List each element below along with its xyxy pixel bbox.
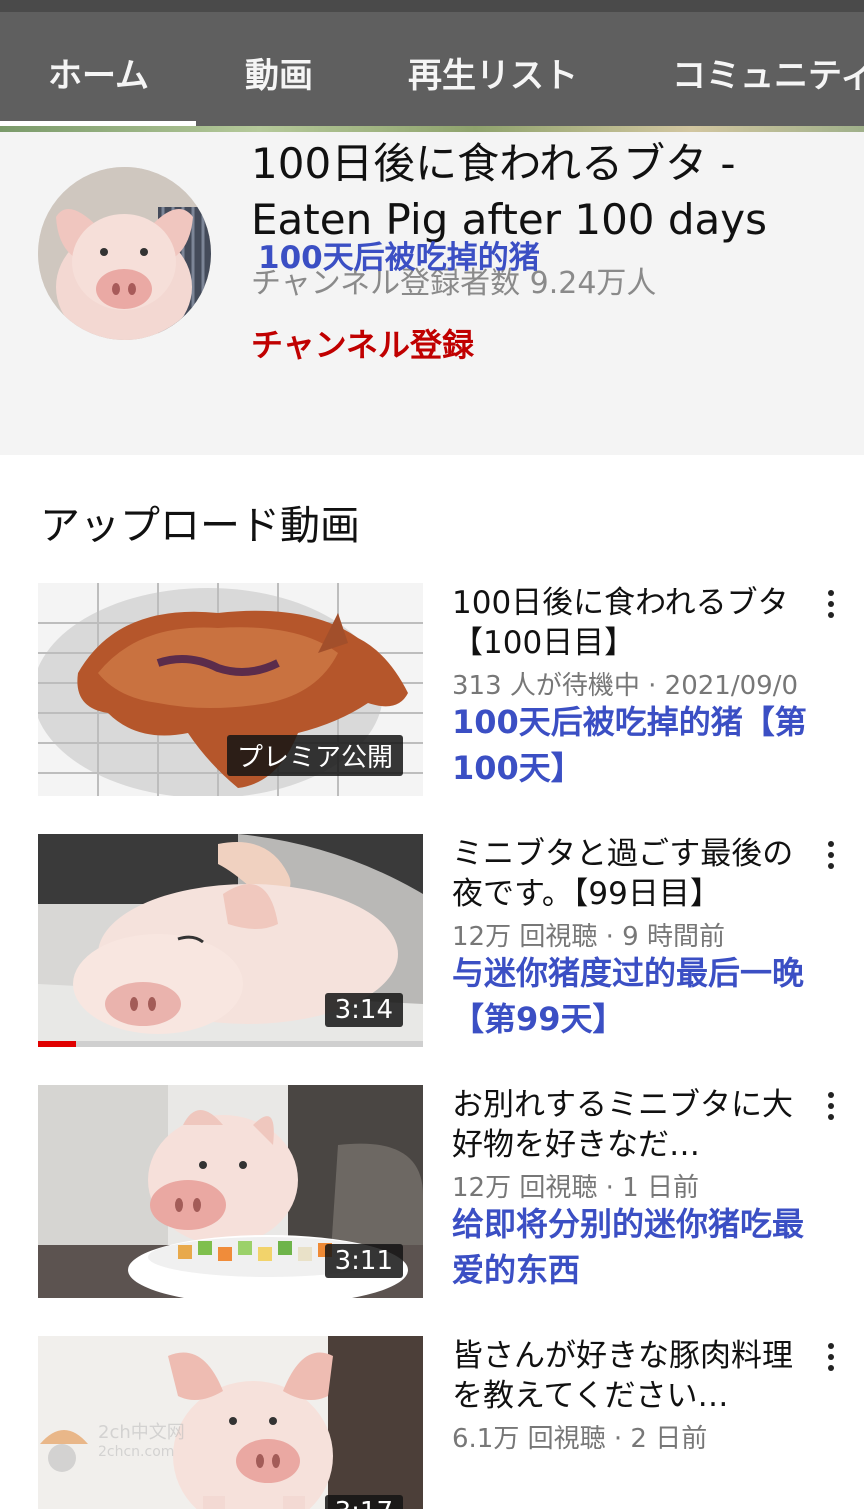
video-thumbnail[interactable]: プレミア公開 [38,583,423,796]
video-item[interactable]: 3:14 ミニブタと過ごす最後の夜です。【99日目】 12万 回視聴 · 9 時… [0,834,864,1049]
duration-badge: 3:14 [324,993,403,1027]
status-bar-edge [0,0,864,12]
tab-community[interactable]: コミュニティ [672,48,864,97]
more-vert-icon[interactable] [818,1340,844,1380]
video-title[interactable]: お別れするミニブタに大好物を好きなだ… [452,1085,797,1165]
tab-home[interactable]: ホーム [48,48,149,97]
video-thumbnail[interactable]: 3:14 [38,834,423,1047]
more-vert-icon[interactable] [818,1089,844,1129]
video-item[interactable]: 3:11 お別れするミニブタに大好物を好きなだ… 12万 回視聴 · 1 日前 … [0,1085,864,1300]
watermark-text: 2ch中文网 [98,1422,185,1443]
chinese-caption-channel: 100天后被吃掉的猪 [258,240,540,276]
watch-progress-track [38,1041,423,1047]
duration-badge: 3:17 [324,1495,403,1509]
site-watermark: 2ch中文网 2chcn.com [36,1418,206,1480]
video-item[interactable]: プレミア公開 100日後に食われるブタ【100日目】 313 人が待機中 · 2… [0,583,864,798]
chinese-caption: 100天后被吃掉的猪【第100天】 [452,703,807,787]
watch-progress-bar [38,1041,76,1047]
channel-title-line1: 100日後に食われるブタ - [251,139,736,188]
chinese-caption: 与迷你猪度过的最后一晚【第99天】 [452,954,805,1038]
video-title[interactable]: ミニブタと過ごす最後の夜です。【99日目】 [452,834,797,914]
more-vert-icon[interactable] [818,587,844,627]
video-meta: 6.1万 回視聴 · 2 日前 [452,1424,708,1454]
video-meta: 313 人が待機中 · 2021/09/0 [452,671,798,701]
channel-avatar[interactable] [38,167,211,340]
subscribe-button[interactable]: チャンネル登録 [251,320,474,366]
uploads-section: アップロード動画 プレミア公開 100日後に食われるブタ【100日目】 313 … [0,455,864,1509]
chinese-caption: 给即将分别的迷你猪吃最爱的东西 [452,1205,805,1289]
tab-videos[interactable]: 動画 [245,48,313,97]
watermark-url: 2chcn.com [98,1444,175,1460]
channel-header: 100日後に食われるブタ - Eaten Pig after 100 days … [0,132,864,455]
video-meta: 12万 回視聴 · 9 時間前 [452,922,725,952]
section-title: アップロード動画 [40,503,360,549]
duration-badge: 3:11 [324,1244,403,1278]
video-meta: 12万 回視聴 · 1 日前 [452,1173,699,1203]
tab-playlists[interactable]: 再生リスト [408,48,578,97]
more-vert-icon[interactable] [818,838,844,878]
channel-tab-bar: ホーム 動画 再生リスト コミュニティ [0,0,864,128]
video-thumbnail[interactable]: 3:11 [38,1085,423,1298]
video-title[interactable]: 100日後に食われるブタ【100日目】 [452,583,797,663]
watermark-logo-icon [40,1430,88,1472]
premiere-badge: プレミア公開 [226,735,403,776]
video-title[interactable]: 皆さんが好きな豚肉料理を教えてください… [452,1336,797,1416]
